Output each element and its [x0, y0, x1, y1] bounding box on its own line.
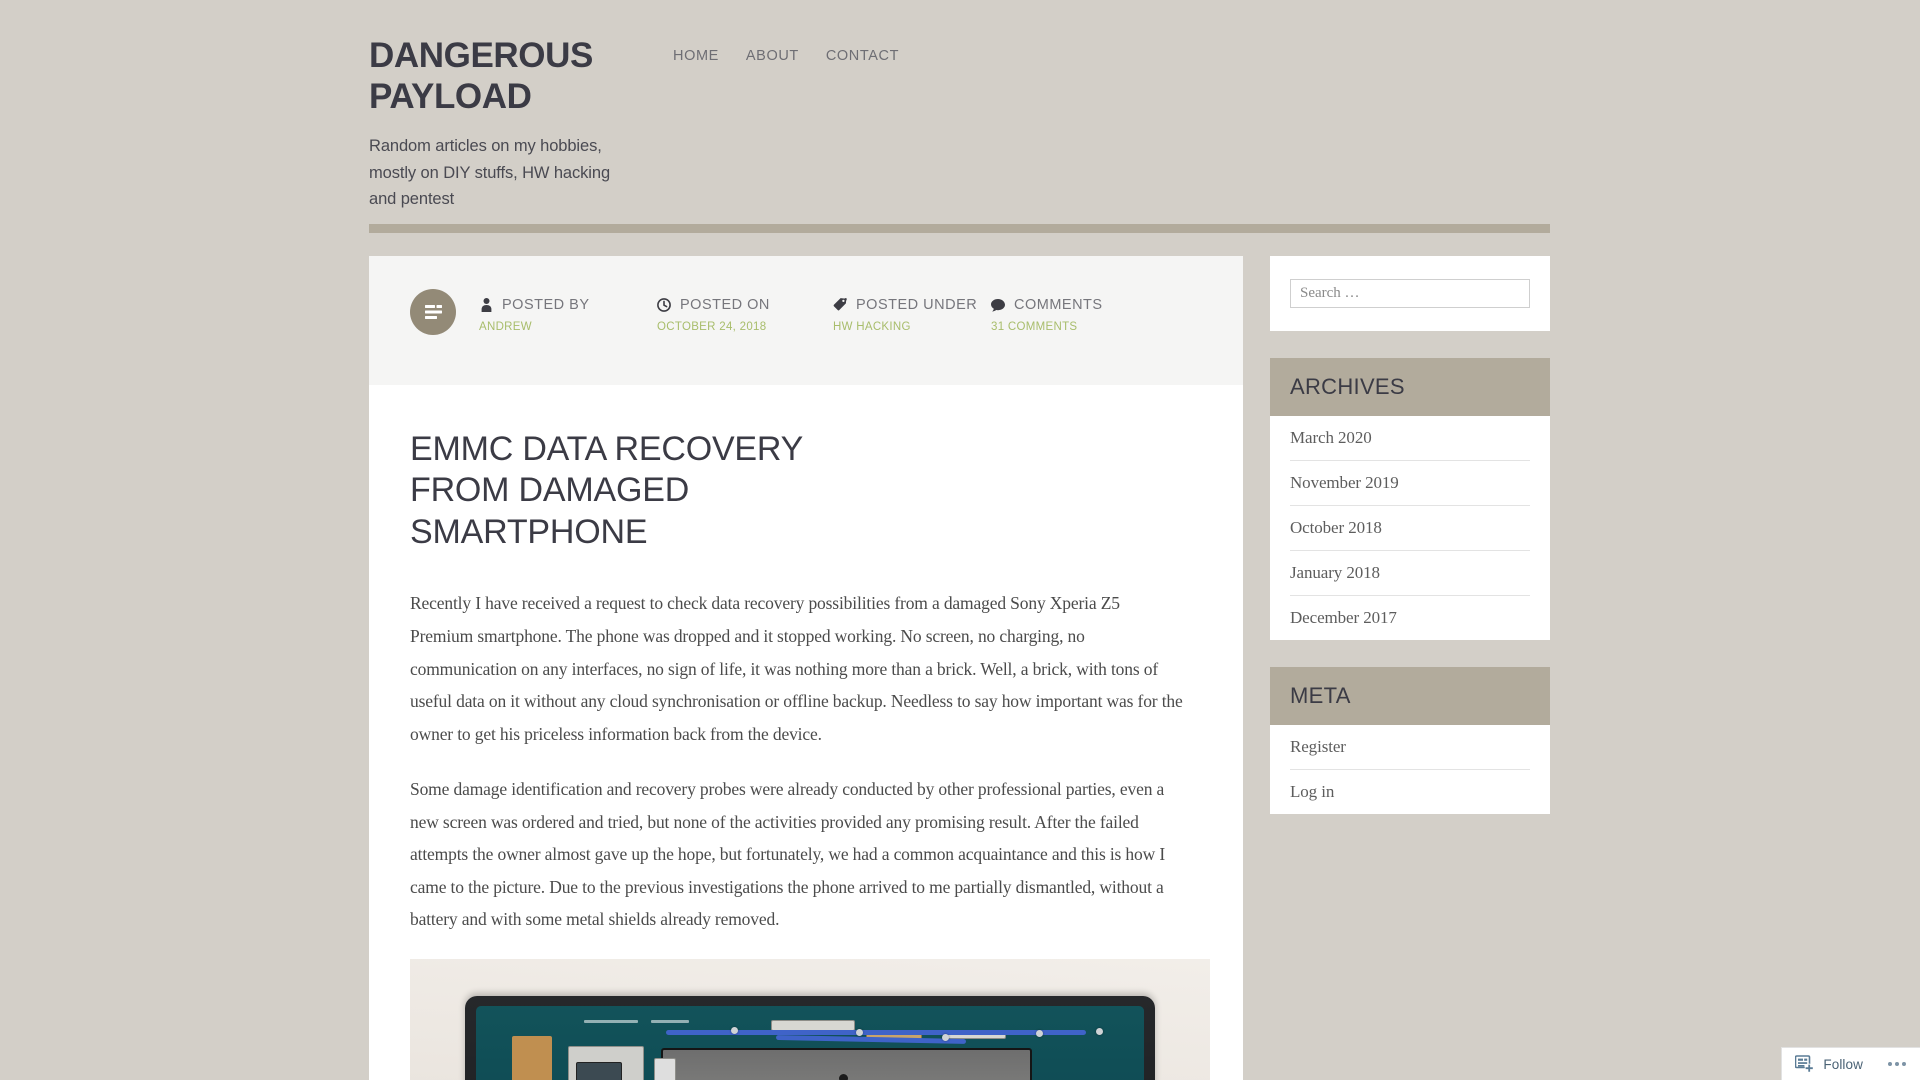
- list-item: November 2019: [1290, 461, 1530, 506]
- antenna-cable: [775, 1034, 967, 1044]
- nav-item-about[interactable]: ABOUT: [746, 48, 799, 64]
- aside-post-format-icon: [424, 305, 442, 319]
- article-paragraph: Some damage identification and recovery …: [410, 779, 1166, 930]
- widget-search: [1270, 256, 1550, 331]
- antenna-cable: [666, 1029, 1086, 1035]
- widget-archives-body: March 2020 November 2019 October 2018 Ja…: [1270, 416, 1550, 640]
- dot: [1888, 1062, 1892, 1066]
- site-branding: DANGEROUS PAYLOAD Random articles on my …: [369, 36, 629, 213]
- dot: [1895, 1062, 1899, 1066]
- search-input[interactable]: [1290, 279, 1530, 308]
- meta-category-link[interactable]: HW HACKING: [833, 321, 977, 333]
- comment-icon: [991, 297, 1005, 313]
- solder-joint: [856, 1028, 863, 1036]
- meta-author-link[interactable]: ANDREW: [479, 321, 590, 333]
- archive-link-march-2020[interactable]: March 2020: [1290, 416, 1530, 460]
- page-root: DANGEROUS PAYLOAD Random articles on my …: [0, 0, 1920, 1080]
- nav-item-contact[interactable]: CONTACT: [826, 48, 899, 64]
- clock-icon: [657, 297, 671, 313]
- site-header: DANGEROUS PAYLOAD Random articles on my …: [0, 0, 1920, 236]
- main-navigation: HOME ABOUT CONTACT: [673, 48, 899, 64]
- article-image[interactable]: [410, 958, 1210, 1080]
- sidebar: ARCHIVES March 2020 November 2019 Octobe…: [1270, 256, 1550, 841]
- page-title[interactable]: EMMC DATA RECOVERY FROM DAMAGED SMARTPHO…: [410, 429, 880, 553]
- list-item: October 2018: [1290, 506, 1530, 551]
- meta-date-link[interactable]: OCTOBER 24, 2018: [657, 321, 770, 333]
- meta-link-log-in[interactable]: Log in: [1290, 770, 1530, 814]
- list-item: Register: [1290, 725, 1530, 770]
- article-content: Recently I have received a request to ch…: [410, 587, 1210, 1080]
- archive-link-january-2018[interactable]: January 2018: [1290, 551, 1530, 595]
- phone-screen-cavity: [661, 1047, 1032, 1080]
- gold-pad: [512, 1035, 552, 1080]
- user-icon: [479, 297, 493, 313]
- meta-posted-under-label: POSTED UNDER: [856, 297, 978, 313]
- list-item: December 2017: [1290, 596, 1530, 640]
- article-photo: [410, 958, 1210, 1080]
- phone-chassis: [465, 995, 1155, 1080]
- widget-meta-body: Register Log in: [1270, 725, 1550, 814]
- chip: [654, 1057, 676, 1080]
- meta-posted-under: POSTED UNDER HW HACKING: [833, 297, 977, 333]
- meta-posted-on: POSTED ON OCTOBER 24, 2018: [657, 297, 770, 333]
- meta-posted-by-label: POSTED BY: [502, 297, 590, 313]
- list-item: January 2018: [1290, 551, 1530, 596]
- archives-list: March 2020 November 2019 October 2018 Ja…: [1290, 416, 1530, 640]
- archive-link-december-2017[interactable]: December 2017: [1290, 596, 1530, 640]
- site-description: Random articles on my hobbies, mostly on…: [369, 136, 611, 209]
- widget-archives: ARCHIVES March 2020 November 2019 Octobe…: [1270, 358, 1550, 640]
- silkscreen-mark: [584, 1019, 638, 1023]
- meta-posted-by: POSTED BY ANDREW: [479, 297, 590, 333]
- nav-item-home[interactable]: HOME: [673, 48, 719, 64]
- solder-joint: [731, 1026, 738, 1034]
- phone-mainboard: [476, 1005, 1144, 1080]
- solder-joint: [1036, 1029, 1043, 1037]
- article-body: EMMC DATA RECOVERY FROM DAMAGED SMARTPHO…: [369, 385, 1243, 1080]
- meta-posted-by-head: POSTED BY: [479, 297, 590, 313]
- archive-link-october-2018[interactable]: October 2018: [1290, 506, 1530, 550]
- widget-archives-title: ARCHIVES: [1270, 358, 1550, 416]
- solder-joint: [942, 1033, 949, 1041]
- meta-comments: COMMENTS 31 COMMENTS: [991, 297, 1103, 333]
- meta-posted-on-label: POSTED ON: [680, 297, 770, 313]
- meta-posted-under-head: POSTED UNDER: [833, 297, 977, 313]
- meta-list: Register Log in: [1290, 725, 1530, 814]
- ellipsis-icon[interactable]: [1888, 1062, 1906, 1066]
- widget-meta-title: META: [1270, 667, 1550, 725]
- follow-blog-icon: [1795, 1055, 1815, 1073]
- primary-column: POSTED BY ANDREW POSTED ON OCTOBER 24, 2…: [369, 256, 1243, 1080]
- follow-label: Follow: [1823, 1056, 1863, 1072]
- entry-meta-bar: POSTED BY ANDREW POSTED ON OCTOBER 24, 2…: [369, 256, 1243, 385]
- tag-icon: [833, 297, 847, 313]
- archive-link-november-2019[interactable]: November 2019: [1290, 461, 1530, 505]
- meta-link-register[interactable]: Register: [1290, 725, 1530, 769]
- header-divider: [369, 224, 1550, 233]
- dot: [1902, 1062, 1906, 1066]
- meta-comments-link[interactable]: 31 COMMENTS: [991, 321, 1103, 333]
- solder-joint: [1096, 1027, 1103, 1035]
- meta-comments-label: COMMENTS: [1014, 297, 1103, 313]
- avatar: [410, 289, 456, 335]
- article-paragraph: Recently I have received a request to ch…: [410, 593, 1183, 744]
- site-title[interactable]: DANGEROUS PAYLOAD: [369, 36, 629, 118]
- widget-meta: META Register Log in: [1270, 667, 1550, 814]
- entry-meta-columns: POSTED BY ANDREW POSTED ON OCTOBER 24, 2…: [479, 256, 1243, 385]
- chip: [576, 1061, 622, 1080]
- list-item: March 2020: [1290, 416, 1530, 461]
- silkscreen-mark: [651, 1019, 689, 1023]
- follow-bar[interactable]: Follow: [1781, 1047, 1920, 1080]
- meta-posted-on-head: POSTED ON: [657, 297, 770, 313]
- meta-comments-head: COMMENTS: [991, 297, 1103, 313]
- list-item: Log in: [1290, 770, 1530, 814]
